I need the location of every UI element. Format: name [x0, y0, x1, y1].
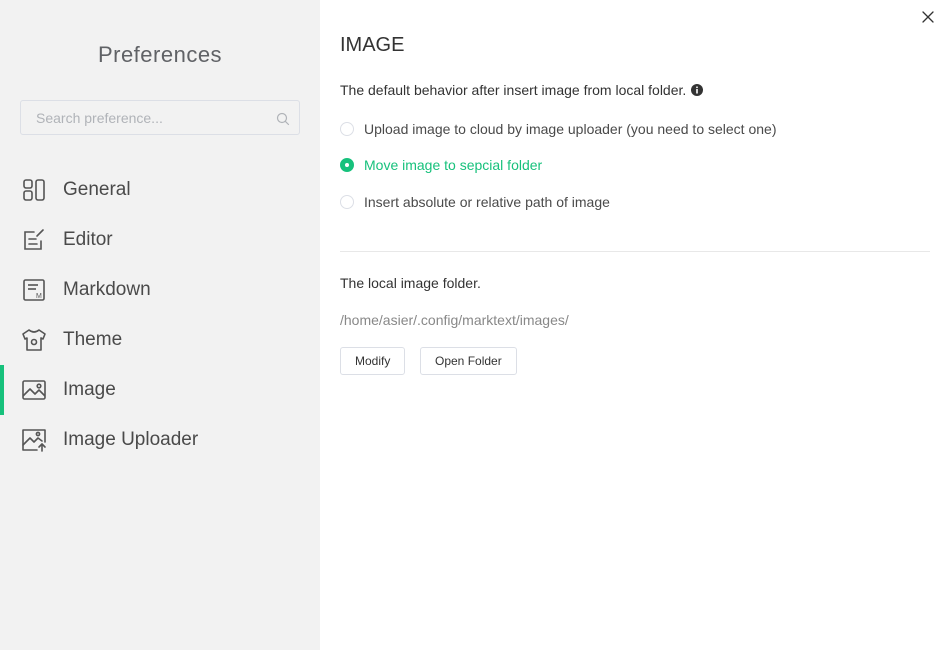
general-icon [20, 176, 48, 204]
sidebar-item-label: Image [63, 379, 116, 400]
radio-insert-path[interactable]: Insert absolute or relative path of imag… [340, 192, 610, 212]
radio-button[interactable] [340, 122, 354, 136]
sidebar-item-general[interactable]: General [0, 165, 320, 215]
radio-button-checked[interactable] [340, 158, 354, 172]
radio-button[interactable] [340, 195, 354, 209]
search-icon[interactable] [276, 112, 290, 126]
theme-icon [20, 326, 48, 354]
sidebar-item-editor[interactable]: Editor [0, 215, 320, 265]
info-icon[interactable] [691, 84, 704, 96]
divider [340, 251, 930, 252]
sidebar-item-label: Markdown [63, 279, 151, 300]
sidebar-item-label: Theme [63, 329, 123, 350]
insert-behavior-text: The default behavior after insert image … [340, 82, 687, 98]
svg-text:M: M [36, 293, 42, 300]
sidebar-item-image[interactable]: Image [0, 365, 320, 415]
sidebar-item-label: Image Uploader [63, 429, 199, 450]
sidebar: Preferences General Editor M Markdown [0, 0, 320, 650]
page-title: IMAGE [340, 34, 405, 56]
markdown-icon: M [20, 276, 48, 304]
search-box[interactable] [20, 100, 300, 135]
local-folder-path: /home/asier/.config/marktext/images/ [340, 312, 569, 328]
radio-upload-to-cloud[interactable]: Upload image to cloud by image uploader … [340, 119, 776, 139]
radio-label: Move image to sepcial folder [364, 157, 543, 173]
sidebar-item-theme[interactable]: Theme [0, 315, 320, 365]
sidebar-item-image-uploader[interactable]: Image Uploader [0, 415, 320, 465]
open-folder-button[interactable]: Open Folder [420, 347, 517, 375]
local-folder-description: The local image folder. [340, 275, 481, 291]
sidebar-item-label: Editor [63, 229, 113, 250]
editor-icon [20, 226, 48, 254]
sidebar-nav: General Editor M Markdown Theme Image Im… [0, 165, 320, 465]
search-input[interactable] [21, 101, 271, 134]
modify-button[interactable]: Modify [340, 347, 406, 375]
radio-label: Insert absolute or relative path of imag… [364, 194, 610, 210]
sidebar-title: Preferences [97, 42, 223, 67]
image-uploader-icon [20, 426, 48, 454]
radio-label: Upload image to cloud by image uploader … [364, 121, 777, 137]
sidebar-item-label: General [63, 179, 131, 200]
image-icon [20, 376, 48, 404]
radio-move-to-folder[interactable]: Move image to sepcial folder [340, 155, 542, 175]
sidebar-item-markdown[interactable]: M Markdown [0, 265, 320, 315]
main-panel: IMAGE The default behavior after insert … [340, 0, 930, 650]
insert-behavior-description: The default behavior after insert image … [340, 82, 704, 98]
